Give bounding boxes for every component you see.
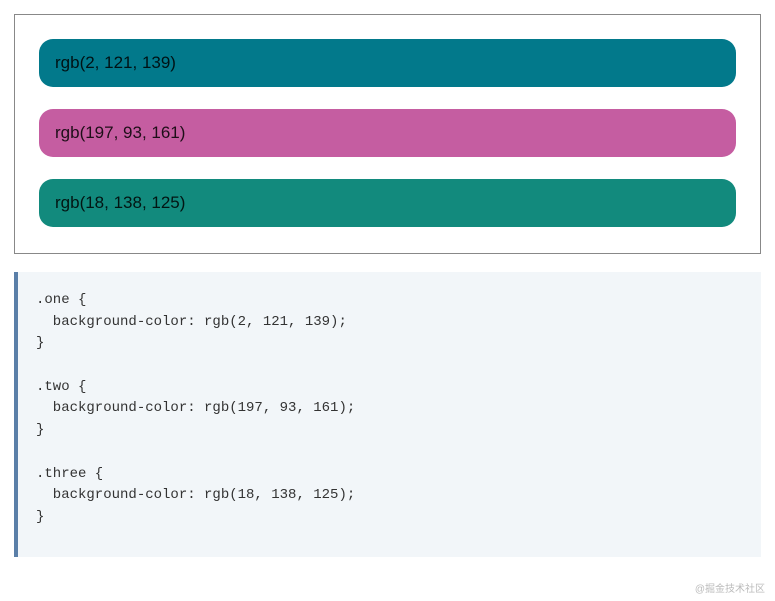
color-box-label: rgb(18, 138, 125) <box>55 193 185 212</box>
color-box-three: rgb(18, 138, 125) <box>39 179 736 227</box>
color-box-label: rgb(197, 93, 161) <box>55 123 185 142</box>
color-demo-container: rgb(2, 121, 139) rgb(197, 93, 161) rgb(1… <box>14 14 761 254</box>
color-box-two: rgb(197, 93, 161) <box>39 109 736 157</box>
watermark-text: @掘金技术社区 <box>695 580 765 595</box>
color-box-label: rgb(2, 121, 139) <box>55 53 176 72</box>
css-code-block: .one { background-color: rgb(2, 121, 139… <box>14 272 761 557</box>
color-box-one: rgb(2, 121, 139) <box>39 39 736 87</box>
